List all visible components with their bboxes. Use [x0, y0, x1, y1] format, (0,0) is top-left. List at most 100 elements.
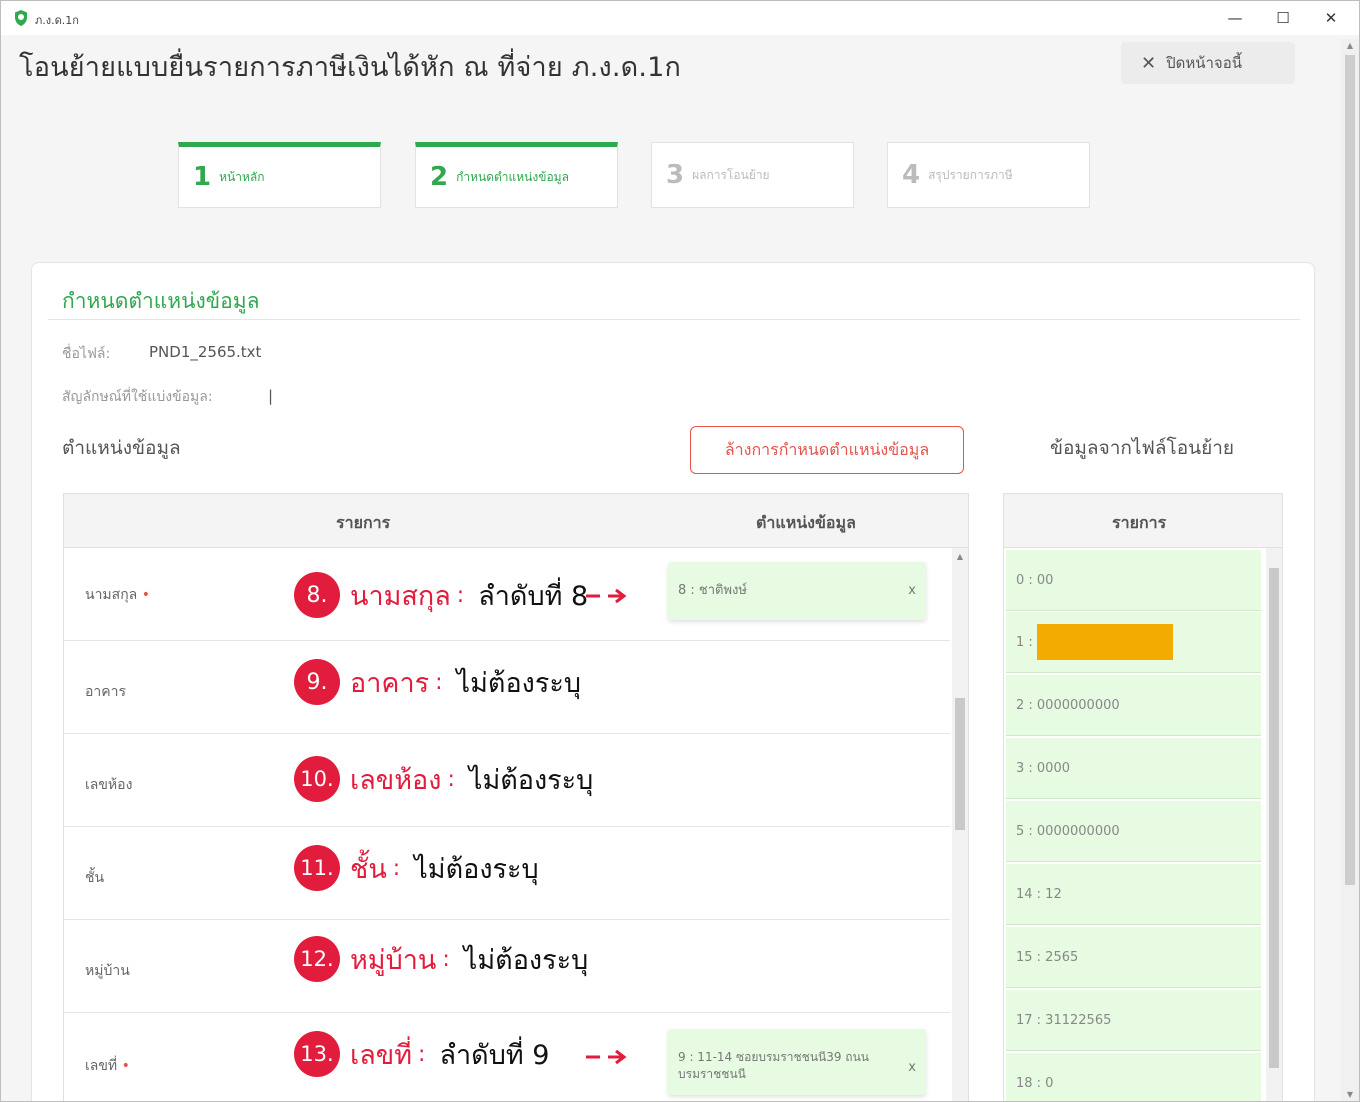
source-data-title: ข้อมูลจากไฟล์โอนย้าย: [1050, 437, 1235, 459]
step-number: 2: [430, 162, 449, 192]
step-number: 1: [193, 162, 212, 192]
step-badge: 12.: [294, 936, 340, 982]
file-name-label: ชื่อไฟล์:: [62, 346, 111, 362]
step-transfer-result[interactable]: 3 ผลการโอนย้าย: [651, 142, 854, 208]
reset-positions-button[interactable]: ล้างการกำหนดตำแหน่งข้อมูล: [690, 426, 964, 474]
row-label: ชั้น: [85, 870, 105, 886]
assigned-position-chip[interactable]: 8 : ชาติพงษ์ x: [668, 562, 926, 620]
divider: [48, 319, 1300, 320]
annotation-colon: :: [435, 669, 443, 695]
position-table: รายการ ตำแหน่งข้อมูล นามสกุล • 8. นามสกุ…: [63, 493, 969, 1101]
close-icon: ✕: [1141, 52, 1157, 74]
annotation-field: เลขห้อง: [350, 764, 442, 796]
position-table-scrollbar[interactable]: ▲ ▼: [952, 548, 968, 1101]
step-label: ผลการโอนย้าย: [692, 167, 770, 182]
close-window-button[interactable]: ✕: [1307, 1, 1355, 35]
section-title: กำหนดตำแหน่งข้อมูล: [62, 289, 260, 313]
table-row: หมู่บ้าน 12. หมู่บ้าน : ไม่ต้องระบุ: [64, 920, 950, 1013]
annotation-colon: :: [456, 582, 465, 608]
step-badge: 10.: [294, 756, 340, 802]
assigned-position-chip[interactable]: 9 : 11-14 ซอยบรมราชชนนี39 ถนนบรมราชชนนี …: [668, 1029, 926, 1095]
source-item-text: 1 :: [1016, 634, 1033, 650]
annotation-rule: ไม่ต้องระบุ: [414, 853, 539, 885]
remove-chip-button[interactable]: x: [908, 562, 916, 620]
source-item[interactable]: 17 : 31122565: [1006, 990, 1261, 1051]
scroll-up-icon[interactable]: ▲: [1345, 41, 1355, 50]
column-header-item: รายการ: [1112, 513, 1167, 532]
window-title: ภ.ง.ด.1ก: [35, 14, 79, 27]
scrollbar-thumb[interactable]: [1269, 568, 1279, 1068]
app-window: ภ.ง.ด.1ก — ☐ ✕ โอนย้ายแบบยื่นรายการภาษีเ…: [0, 0, 1360, 1102]
source-item[interactable]: 5 : 0000000000: [1006, 801, 1261, 862]
source-item[interactable]: 14 : 12: [1006, 864, 1261, 925]
table-row: อาคาร 9. อาคาร : ไม่ต้องระบุ: [64, 641, 950, 734]
close-page-button[interactable]: ✕ ปิดหน้าจอนี้: [1121, 42, 1295, 84]
annotation: 12. หมู่บ้าน : ไม่ต้องระบุ: [294, 936, 588, 982]
step-badge: 8.: [294, 572, 340, 618]
table-row: เลขห้อง 10. เลขห้อง : ไม่ต้องระบุ: [64, 734, 950, 827]
position-title: ตำแหน่งข้อมูล: [62, 437, 181, 459]
file-name-value: PND1_2565.txt: [149, 343, 262, 361]
column-header-item: รายการ: [336, 513, 391, 532]
table-header: รายการ ตำแหน่งข้อมูล: [64, 494, 968, 548]
scroll-down-icon[interactable]: ▼: [1345, 1090, 1355, 1099]
maximize-button[interactable]: ☐: [1259, 1, 1307, 35]
scroll-up-icon[interactable]: ▲: [955, 552, 965, 561]
annotation: 8. นามสกุล : ลำดับที่ 8: [294, 572, 588, 618]
row-label: เลขห้อง: [85, 777, 133, 793]
required-mark: •: [141, 587, 150, 603]
annotation: 11. ชั้น : ไม่ต้องระบุ: [294, 845, 539, 891]
annotation-rule: ไม่ต้องระบุ: [468, 764, 594, 796]
annotation-colon: :: [447, 766, 455, 792]
step-tax-summary[interactable]: 4 สรุปรายการภาษี: [887, 142, 1090, 208]
title-bar: ภ.ง.ด.1ก — ☐ ✕: [1, 1, 1359, 35]
annotation-rule: ไม่ต้องระบุ: [463, 944, 589, 976]
step-label: สรุปรายการภาษี: [928, 167, 1013, 182]
annotation-rule: ลำดับที่ 8: [478, 580, 589, 612]
data-position-card: กำหนดตำแหน่งข้อมูล ชื่อไฟล์: PND1_2565.t…: [31, 262, 1315, 1101]
chip-text: 9 : 11-14 ซอยบรมราชชนนี39 ถนนบรมราชชนนี: [678, 1050, 869, 1081]
annotation-rule: ลำดับที่ 9: [439, 1039, 550, 1071]
step-badge: 13.: [294, 1031, 340, 1077]
column-header-position: ตำแหน่งข้อมูล: [756, 513, 856, 532]
row-label: เลขที่ •: [85, 1058, 130, 1074]
step-badge: 11.: [294, 845, 340, 891]
source-item[interactable]: 1 :: [1006, 612, 1261, 673]
annotation: 13. เลขที่ : ลำดับที่ 9: [294, 1031, 549, 1077]
step-home[interactable]: 1 หน้าหลัก: [178, 142, 381, 208]
row-label: นามสกุล •: [85, 587, 150, 603]
source-item[interactable]: 15 : 2565: [1006, 927, 1261, 988]
table-row: ชั้น 11. ชั้น : ไม่ต้องระบุ: [64, 827, 950, 920]
annotation-colon: :: [392, 855, 401, 881]
source-item[interactable]: 2 : 0000000000: [1006, 675, 1261, 736]
table-row: นามสกุล • 8. นามสกุล : ลำดับที่ 8 8 : ชา…: [64, 548, 950, 641]
annotation: 10. เลขห้อง : ไม่ต้องระบุ: [294, 756, 593, 802]
annotation-field: ชั้น: [350, 853, 387, 885]
annotation-rule: ไม่ต้องระบุ: [456, 667, 581, 699]
annotation-colon: :: [418, 1041, 426, 1067]
annotation-field: อาคาร: [350, 667, 430, 699]
source-item[interactable]: 3 : 0000: [1006, 738, 1261, 799]
source-item[interactable]: 18 : 0: [1006, 1053, 1261, 1101]
step-badge: 9.: [294, 659, 340, 705]
row-label: อาคาร: [85, 684, 127, 700]
scrollbar-thumb[interactable]: [955, 698, 965, 830]
source-item[interactable]: 0 : 00: [1006, 550, 1261, 611]
delimiter-value: |: [268, 387, 274, 405]
step-label: หน้าหลัก: [219, 169, 265, 184]
row-label: หมู่บ้าน: [85, 963, 130, 979]
remove-chip-button[interactable]: x: [908, 1059, 916, 1076]
annotation-field: เลขที่: [350, 1039, 413, 1071]
shield-icon: [15, 10, 27, 26]
delimiter-label: สัญลักษณ์ที่ใช้แบ่งข้อมูล:: [62, 389, 213, 405]
window-scrollbar[interactable]: ▲ ▼: [1341, 39, 1359, 1101]
close-page-label: ปิดหน้าจอนี้: [1166, 54, 1242, 72]
annotation-field: หมู่บ้าน: [350, 944, 437, 976]
table-row: เลขที่ • 13. เลขที่ : ลำดับที่ 9 9 : 11-…: [64, 1013, 950, 1101]
arrow-right-icon: [586, 1049, 627, 1065]
source-table-scrollbar[interactable]: [1266, 548, 1282, 1101]
scrollbar-thumb[interactable]: [1345, 55, 1355, 885]
step-set-data-position[interactable]: 2 กำหนดตำแหน่งข้อมูล: [415, 142, 618, 208]
chip-text: 8 : ชาติพงษ์: [678, 583, 747, 598]
minimize-button[interactable]: —: [1211, 1, 1259, 35]
